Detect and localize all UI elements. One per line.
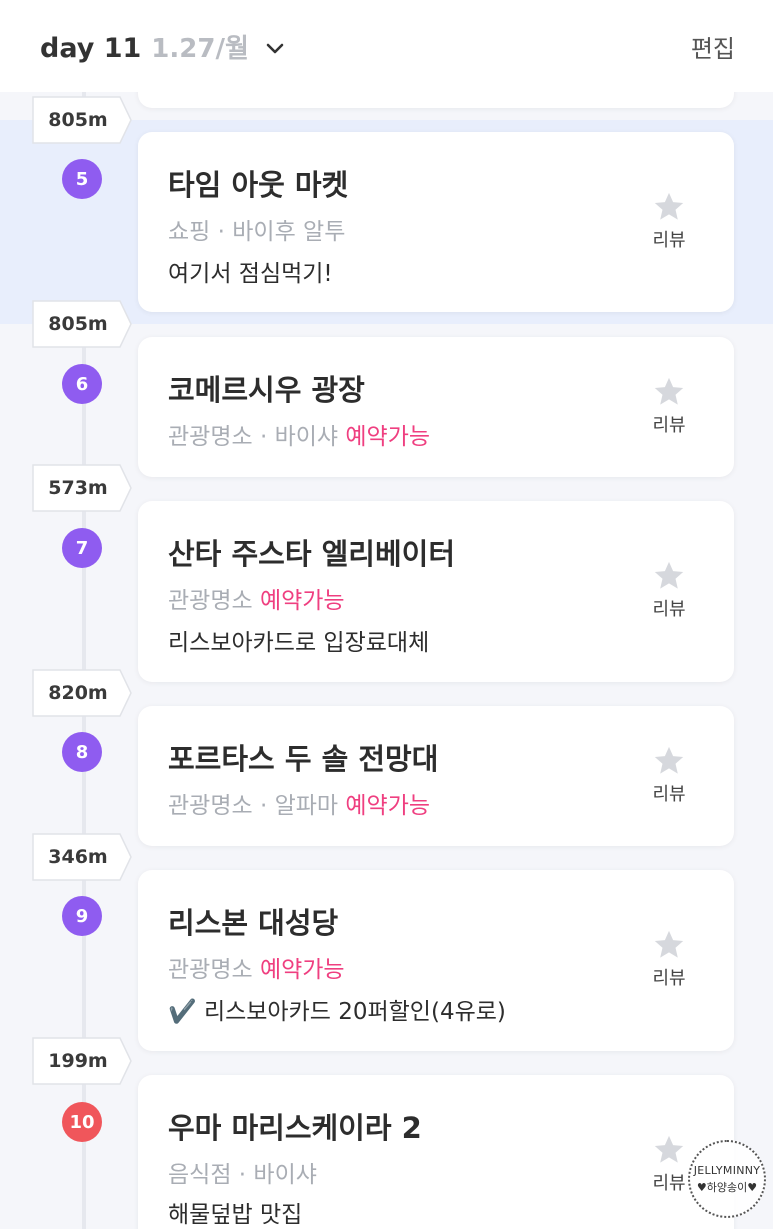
place-card[interactable]: 산타 주스타 엘리베이터 관광명소 예약가능 리스보아카드로 입장료대체 리뷰 [138,501,734,682]
review-label: 리뷰 [652,415,686,436]
place-card[interactable]: 우마 마리스케이라 2 음식점 · 바이샤 해물덮밥 맛집 리뷰 [138,1075,734,1229]
review-button[interactable]: 리뷰 [644,1133,694,1195]
review-button[interactable]: 리뷰 [644,375,694,437]
distance-label: 805m [48,109,108,131]
place-category: 관광명소 예약가능 [168,581,345,615]
distance-label: 573m [48,477,108,499]
review-label: 리뷰 [652,230,686,251]
place-category: 음식점 · 바이샤 [168,1162,317,1188]
place-card[interactable]: 코메르시우 광장 관광명소 · 바이샤 예약가능 리뷰 [138,337,734,477]
distance-marker: 346m [32,833,132,881]
place-note: 여기서 점심먹기! [168,261,333,287]
distance-marker: 805m [32,300,132,348]
distance-marker: 820m [32,669,132,717]
day-header: day 11 1.27/월 편집 [0,0,773,92]
place-title: 포르타스 두 솔 전망대 [168,742,439,776]
review-button[interactable]: 리뷰 [644,190,694,252]
place-title: 코메르시우 광장 [168,373,365,407]
review-label: 리뷰 [652,784,686,805]
place-title: 산타 주스타 엘리베이터 [168,537,455,571]
review-button[interactable]: 리뷰 [644,744,694,806]
distance-label: 346m [48,846,108,868]
availability-badge: 예약가능 [259,957,345,983]
place-title: 우마 마리스케이라 2 [168,1111,422,1145]
distance-marker: 573m [32,464,132,512]
place-number-badge: 5 [62,159,102,199]
review-label: 리뷰 [652,599,686,620]
place-note: ✔️ 리스보아카드 20퍼할인(4유로) [168,999,506,1025]
place-note: 해물덮밥 맛집 [168,1202,303,1228]
place-category-text: 관광명소 [168,588,260,614]
review-button[interactable]: 리뷰 [644,928,694,990]
place-category: 쇼핑 · 바이후 알투 [168,219,346,245]
distance-label: 199m [48,1050,108,1072]
place-card[interactable]: 타임 아웃 마켓 쇼핑 · 바이후 알투 여기서 점심먹기! 리뷰 [138,132,734,312]
distance-label: 805m [48,313,108,335]
star-icon [654,377,684,405]
edit-button[interactable]: 편집 [691,29,735,64]
chevron-down-icon [266,43,284,53]
availability-badge: 예약가능 [345,793,431,819]
place-note: 리스보아카드로 입장료대체 [168,630,430,656]
place-title: 타임 아웃 마켓 [168,168,349,202]
distance-marker: 805m [32,96,132,144]
place-category-text: 관광명소 · 바이샤 [168,424,346,450]
day-label: day 11 [40,32,142,64]
star-icon [654,561,684,589]
place-category-text: 관광명소 · 알파마 [168,793,346,819]
place-category: 관광명소 예약가능 [168,950,345,984]
star-icon [654,746,684,774]
day-date: 1.27/월 [151,33,249,64]
place-card[interactable]: 포르타스 두 솔 전망대 관광명소 · 알파마 예약가능 리뷰 [138,706,734,846]
place-number-badge: 8 [62,732,102,772]
availability-badge: 예약가능 [345,424,431,450]
availability-badge: 예약가능 [259,588,345,614]
place-title: 리스본 대성당 [168,906,339,940]
distance-label: 820m [48,682,108,704]
previous-place-card[interactable] [138,92,734,108]
watermark-line2: ♥하양송이♥ [696,1180,758,1194]
place-card[interactable]: 리스본 대성당 관광명소 예약가능 ✔️ 리스보아카드 20퍼할인(4유로) 리… [138,870,734,1051]
watermark-stamp: JELLYMINNY ♥하양송이♥ [688,1140,766,1218]
review-label: 리뷰 [652,1173,686,1194]
star-icon [654,192,684,220]
day-selector[interactable]: day 11 1.27/월 [40,28,285,65]
place-number-badge: 7 [62,528,102,568]
star-icon [654,1135,684,1163]
place-category: 관광명소 · 바이샤 예약가능 [168,417,430,451]
distance-marker: 199m [32,1037,132,1085]
place-number-badge: 9 [62,896,102,936]
place-number-badge: 10 [62,1102,102,1142]
review-button[interactable]: 리뷰 [644,559,694,621]
review-label: 리뷰 [652,968,686,989]
place-number-badge: 6 [62,364,102,404]
watermark-line1: JELLYMINNY [693,1163,761,1177]
place-category-text: 관광명소 [168,957,260,983]
star-icon [654,930,684,958]
itinerary-list[interactable]: 805m 5 타임 아웃 마켓 쇼핑 · 바이후 알투 여기서 점심먹기! 리뷰… [0,92,773,1229]
place-category: 관광명소 · 알파마 예약가능 [168,786,430,820]
